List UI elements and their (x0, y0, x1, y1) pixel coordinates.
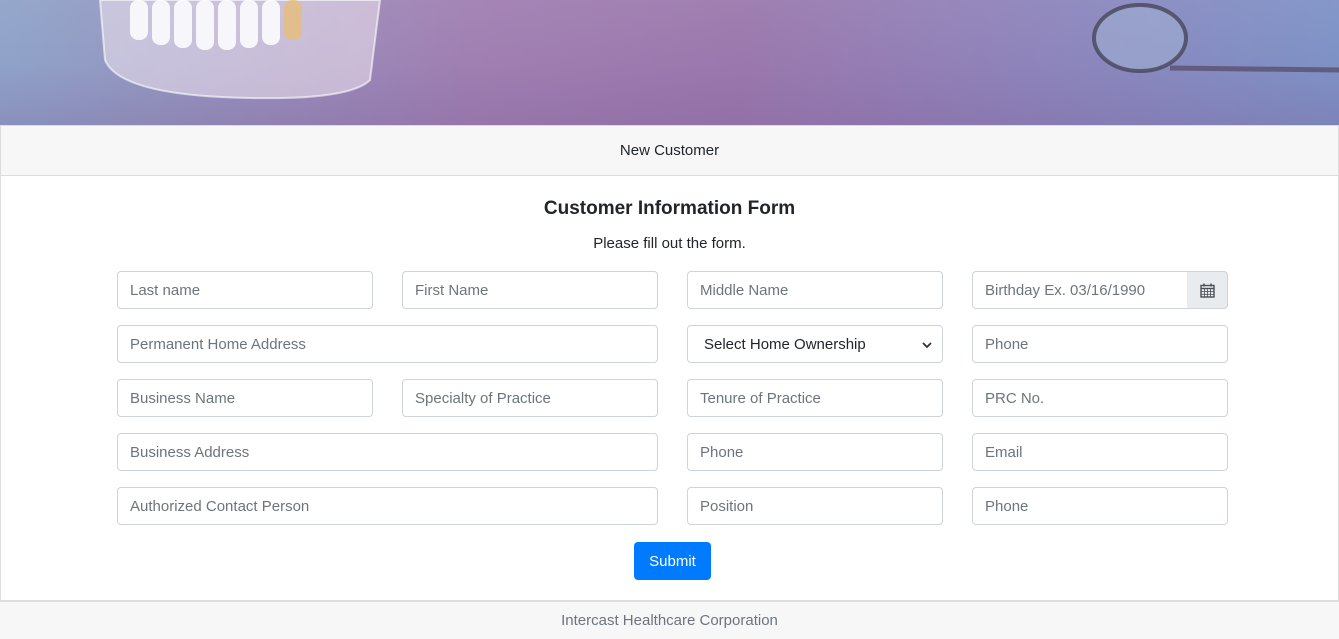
specialty-input[interactable] (402, 379, 658, 417)
calendar-icon (1199, 283, 1215, 298)
business-name-input[interactable] (117, 379, 373, 417)
dental-banner-graphic (98, 0, 1339, 100)
card-header-title: New Customer (619, 142, 720, 159)
middle-name-input[interactable] (687, 271, 943, 309)
position-input[interactable] (687, 487, 943, 525)
submit-button[interactable]: Submit (634, 542, 711, 580)
form-title: Customer Information Form (543, 198, 796, 219)
email-input[interactable] (972, 433, 1228, 471)
contact-person-input[interactable] (117, 487, 658, 525)
banner-image (0, 0, 1339, 125)
chevron-down-icon (922, 337, 932, 352)
home-address-input[interactable] (117, 325, 658, 363)
footer-text: Intercast Healthcare Corporation (561, 612, 778, 629)
home-ownership-select[interactable]: Select Home Ownership (687, 325, 943, 363)
home-phone-input[interactable] (972, 325, 1228, 363)
prc-no-input[interactable] (972, 379, 1228, 417)
birthday-calendar-button[interactable] (1187, 271, 1228, 309)
tenure-input[interactable] (687, 379, 943, 417)
birthday-input[interactable] (972, 271, 1188, 309)
contact-phone-input[interactable] (972, 487, 1228, 525)
card-header: New Customer (1, 126, 1338, 176)
business-phone-input[interactable] (687, 433, 943, 471)
last-name-input[interactable] (117, 271, 373, 309)
business-address-input[interactable] (117, 433, 658, 471)
home-ownership-selected: Select Home Ownership (704, 335, 866, 353)
form-subtitle: Please fill out the form. (593, 235, 746, 252)
new-customer-card: New Customer Customer Information Form P… (0, 125, 1339, 601)
first-name-input[interactable] (402, 271, 658, 309)
footer: Intercast Healthcare Corporation (0, 601, 1339, 639)
